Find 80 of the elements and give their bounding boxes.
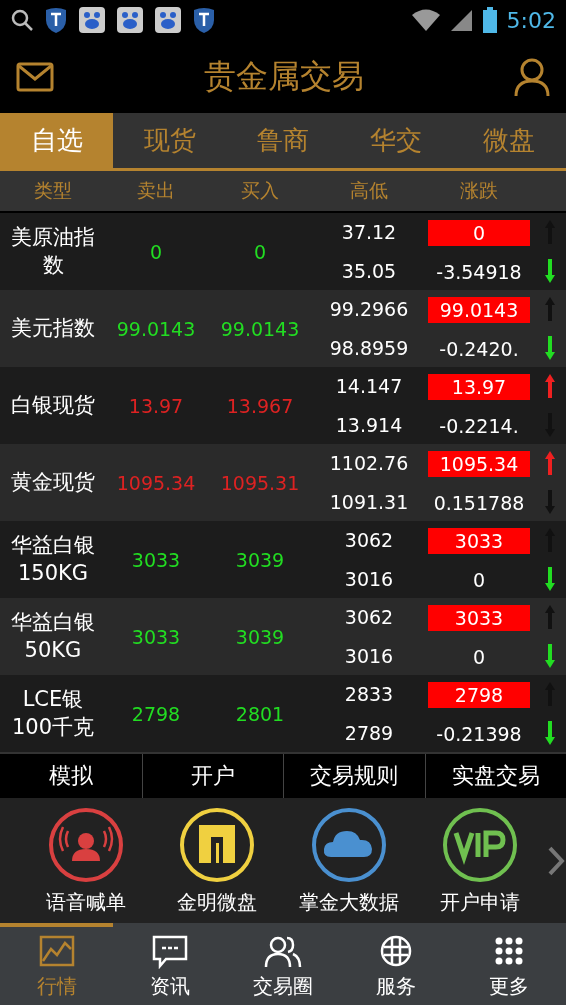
shield-icon [192,6,216,34]
column-header: 涨跌 [459,178,499,203]
change-percent: -3.54918 [436,260,522,283]
high-price: 1102.76 [329,452,409,475]
change-value: 2798 [428,682,530,709]
change-percent: -0.2420. [439,337,519,360]
feature-shortcut[interactable]: 掌金大数据 [283,805,415,916]
low-price: 13.914 [335,413,403,436]
nav-tab[interactable]: 交易圈 [226,923,340,1005]
signal-icon [450,8,473,32]
column-header: 高低 [349,178,389,203]
low-price: 1091.31 [329,490,409,513]
change-value: 0 [428,220,530,247]
column-header: 类型 [33,178,73,203]
change-value: 1095.34 [428,451,530,478]
clock: 5:02 [506,7,556,33]
wifi-icon [410,8,441,32]
low-price: 2789 [344,721,394,744]
sell-price: 1095.34 [115,471,197,494]
sell-price: 99.0143 [115,317,197,340]
action-button[interactable]: 模拟 [0,754,142,798]
search-icon [10,8,34,32]
buy-price: 3039 [234,548,286,571]
instrument-name: LCE银100千克 [10,686,96,741]
nav-tab[interactable]: 服务 [339,923,453,1005]
buy-price: 1095.31 [219,471,301,494]
sell-price: 3033 [130,625,182,648]
nav-tab[interactable]: 资讯 [113,923,227,1005]
paw-icon [78,6,106,34]
nav-tab[interactable]: 更多 [452,923,566,1005]
change-percent: -0.21398 [436,722,522,745]
instrument-name: 美原油指数 [10,224,96,279]
market-tab[interactable]: 华交 [339,113,453,168]
feature-shortcut[interactable]: 金明微盘 [151,805,284,916]
change-value: 3033 [428,605,530,632]
instrument-name: 美元指数 [10,314,96,342]
sell-price: 2798 [130,702,182,725]
change-value: 13.97 [428,374,530,401]
user-icon[interactable] [514,56,550,97]
buy-price: 2801 [234,702,286,725]
instrument-name: 华益白银150KG [10,532,96,587]
low-price: 35.05 [341,259,397,282]
instrument-name: 黄金现货 [10,468,96,496]
column-header: 卖出 [136,178,176,203]
feature-shortcut[interactable]: 开户申请 [414,805,547,916]
low-price: 3016 [344,567,394,590]
paw-icon [116,6,144,34]
change-value: 99.0143 [428,297,530,324]
sell-price: 13.97 [127,394,185,417]
market-tab[interactable]: 鲁商 [226,113,340,168]
sell-price: 3033 [130,548,182,571]
high-price: 3062 [344,529,394,552]
change-percent: 0 [472,568,486,591]
high-price: 14.147 [335,375,403,398]
sell-price: 0 [148,240,164,263]
change-percent: 0 [472,645,486,668]
market-tab[interactable]: 微盘 [452,113,566,168]
mail-icon[interactable] [16,61,54,92]
low-price: 98.8959 [329,336,409,359]
high-price: 3062 [344,606,394,629]
battery-icon [482,7,497,33]
instrument-name: 华益白银50KG [10,609,96,664]
buy-price: 99.0143 [219,317,301,340]
change-percent: 0.151788 [433,491,525,514]
high-price: 99.2966 [329,298,409,321]
column-header: 买入 [240,178,280,203]
instrument-name: 白银现货 [10,391,96,419]
buy-price: 0 [252,240,268,263]
change-value: 3033 [428,528,530,555]
market-tab[interactable]: 现货 [113,113,227,168]
high-price: 2833 [344,683,394,706]
app-title: 贵金属交易 [203,55,365,97]
buy-price: 3039 [234,625,286,648]
high-price: 37.12 [341,221,397,244]
low-price: 3016 [344,644,394,667]
paw-icon [154,6,182,34]
buy-price: 13.967 [225,394,295,417]
change-percent: -0.2214. [439,414,519,437]
shield-icon [44,6,68,34]
feature-shortcut[interactable]: 语音喊单 [20,805,152,916]
